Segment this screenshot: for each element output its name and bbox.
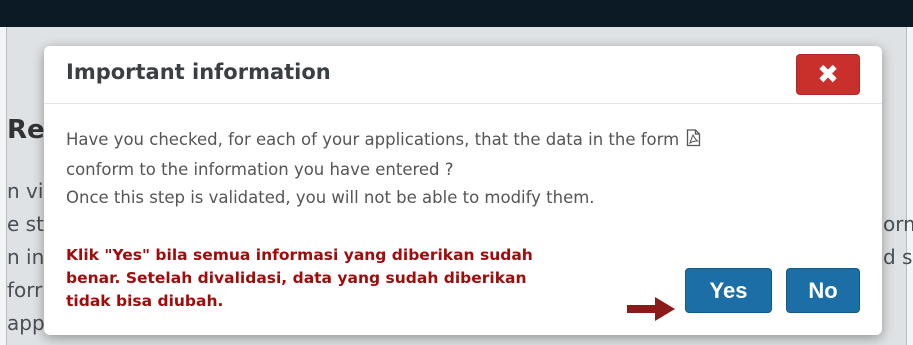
note-line: Klik "Yes" bila semua informasi yang dib… bbox=[66, 246, 533, 264]
pdf-file-icon[interactable] bbox=[686, 128, 701, 156]
dialog-footer: Klik "Yes" bila semua informasi yang dib… bbox=[44, 229, 882, 335]
important-information-dialog: Important information ✖ Have you checked… bbox=[44, 46, 882, 335]
arrow-right-icon bbox=[627, 297, 675, 325]
note-line: benar. Setelah divalidasi, data yang sud… bbox=[66, 269, 527, 287]
annotation-note: Klik "Yes" bila semua informasi yang dib… bbox=[66, 244, 646, 313]
body-text: Have you checked, for each of your appli… bbox=[66, 130, 680, 149]
background-text-fragment: n vi bbox=[7, 179, 44, 203]
note-line: tidak bisa diubah. bbox=[66, 292, 224, 310]
body-line: Have you checked, for each of your appli… bbox=[66, 126, 856, 156]
background-text-fragment: forr bbox=[7, 278, 43, 302]
dialog-header: Important information ✖ bbox=[44, 46, 882, 104]
no-button[interactable]: No bbox=[786, 268, 860, 313]
body-line: conform to the information you have ente… bbox=[66, 160, 454, 179]
close-button[interactable]: ✖ bbox=[796, 54, 860, 95]
close-icon: ✖ bbox=[817, 59, 839, 90]
background-text-fragment: e st bbox=[7, 212, 44, 236]
background-text-fragment: d s bbox=[883, 245, 913, 269]
background-text-fragment: orm bbox=[883, 212, 913, 236]
dialog-title: Important information bbox=[66, 60, 331, 84]
top-navbar bbox=[0, 0, 913, 27]
dialog-body: Have you checked, for each of your appli… bbox=[66, 126, 856, 212]
background-text-fragment: app bbox=[7, 311, 45, 335]
background-text-fragment: n in bbox=[7, 245, 45, 269]
background-heading: Re bbox=[7, 115, 45, 145]
yes-button[interactable]: Yes bbox=[685, 268, 772, 313]
body-line: Once this step is validated, you will no… bbox=[66, 188, 595, 207]
